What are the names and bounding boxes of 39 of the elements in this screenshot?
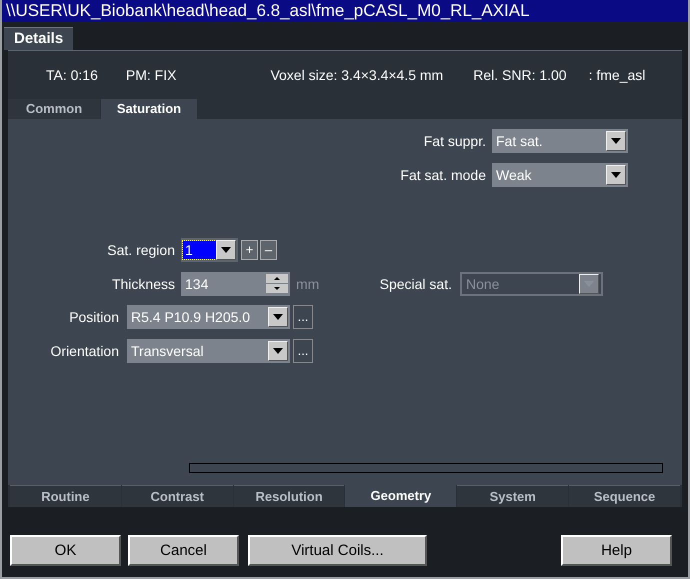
fat-suppr-dropdown[interactable]: Fat sat. xyxy=(492,129,628,153)
info-text: Voxel size: 3.4×3.4×4.5 mm xyxy=(270,67,444,83)
thickness-spinner[interactable]: 134 xyxy=(181,272,290,296)
details-tab[interactable]: Details xyxy=(4,27,74,50)
info-text: PM: FIX xyxy=(126,67,176,83)
dialog-button[interactable]: Help xyxy=(561,535,672,566)
info-text: Rel. SNR: 1.00 xyxy=(473,67,567,83)
dialog-button[interactable]: OK xyxy=(10,535,121,566)
more-button[interactable]: ... xyxy=(293,305,313,329)
fat-sat-mode-dropdown[interactable]: Weak xyxy=(492,162,628,186)
position-dropdown[interactable]: R5.4 P10.9 H205.0 xyxy=(127,305,290,329)
unit-label: mm xyxy=(296,276,320,292)
bottom-tab[interactable]: Resolution xyxy=(234,485,344,507)
info-text: TA: 0:16 xyxy=(46,67,98,83)
bottom-tab[interactable]: Geometry xyxy=(345,485,456,507)
subtab[interactable]: Saturation xyxy=(101,99,197,119)
spin-up-icon[interactable] xyxy=(266,274,288,283)
bottom-tab[interactable]: System xyxy=(457,485,568,507)
bottom-tab[interactable]: Routine xyxy=(10,485,121,507)
window-title: \\USER\UK_Biobank\head\head_6.8_asl\fme_pCASL_M0_RL_AXIAL xyxy=(2,0,688,22)
field-label: Orientation xyxy=(50,342,119,358)
bottom-tab[interactable]: Sequence xyxy=(569,485,680,507)
bottom-tab[interactable]: Contrast xyxy=(122,485,233,507)
spin-down-icon[interactable] xyxy=(266,284,288,293)
field-label: Special sat. xyxy=(378,276,452,292)
remove-button[interactable]: – xyxy=(260,240,277,260)
orientation-dropdown[interactable]: Transversal xyxy=(127,338,290,362)
field-label: Fat sat. mode xyxy=(400,166,486,182)
dialog-button[interactable]: Virtual Coils... xyxy=(248,535,427,566)
sat-region-dropdown[interactable]: 1 xyxy=(181,238,238,262)
field-label: Fat suppr. xyxy=(424,133,486,149)
add-button[interactable]: + xyxy=(241,240,258,260)
info-text: : fme_asl xyxy=(588,67,646,83)
subtab[interactable]: Common xyxy=(8,99,100,119)
dialog-button[interactable]: Cancel xyxy=(128,535,239,566)
field-label: Position xyxy=(68,309,119,325)
field-label: Sat. region xyxy=(106,242,175,258)
field-label: Thickness xyxy=(110,276,175,292)
more-button[interactable]: ... xyxy=(293,338,313,362)
